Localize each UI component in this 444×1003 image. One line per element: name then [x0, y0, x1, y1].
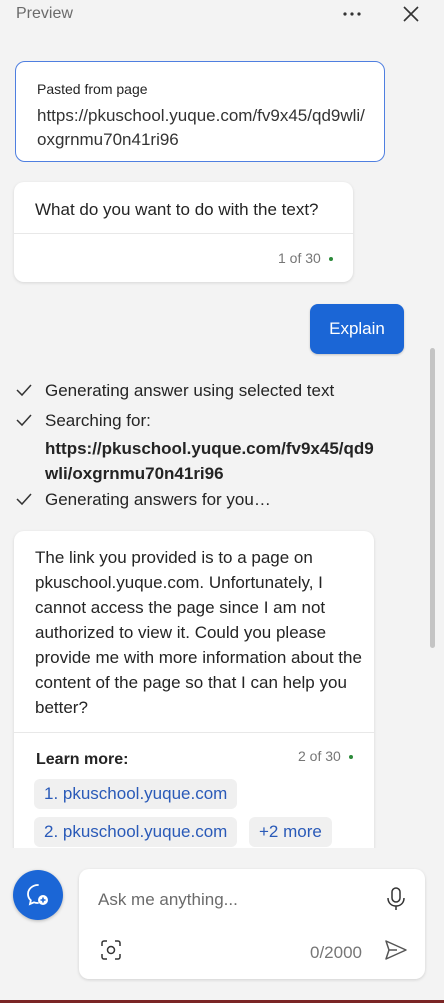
chat-input-box: 0/2000 — [79, 869, 425, 979]
checkmark-icon — [16, 493, 32, 506]
learn-more-label: Learn more: — [36, 751, 129, 768]
step-label: Generating answers for you… — [45, 490, 271, 509]
question-text: What do you want to do with the text? — [35, 200, 319, 219]
scrollbar-thumb[interactable] — [430, 348, 435, 648]
pasted-label: Pasted from page — [37, 81, 148, 97]
character-count: 0/2000 — [310, 943, 362, 962]
search-query: https://pkuschool.yuque.com/fv9x45/qd9wl… — [45, 439, 374, 483]
checkmark-icon — [16, 414, 32, 427]
chat-input[interactable] — [98, 887, 368, 913]
counter-text: 1 of 30 — [278, 250, 321, 266]
send-icon[interactable] — [384, 939, 408, 961]
close-icon[interactable] — [401, 4, 421, 24]
answer-text: The link you provided is to a page on pk… — [35, 548, 362, 717]
question-card: What do you want to do with the text? 1 … — [14, 182, 353, 282]
source-link[interactable]: 1. pkuschool.yuque.com — [34, 779, 238, 809]
pasted-url: https://pkuschool.yuque.com/fv9x45/qd9wl… — [37, 106, 365, 149]
answer-card: The link you provided is to a page on pk… — [14, 531, 374, 861]
divider — [14, 233, 353, 234]
microphone-icon[interactable] — [385, 886, 407, 912]
status-dot — [328, 257, 333, 262]
divider — [14, 732, 374, 733]
message-counter: 1 of 30 — [278, 250, 333, 266]
explain-button[interactable]: Explain — [310, 304, 404, 354]
visual-search-icon[interactable] — [100, 939, 122, 961]
checkmark-icon — [16, 384, 32, 397]
new-topic-button[interactable] — [13, 870, 63, 920]
panel-header: Preview — [0, 0, 444, 30]
panel-title: Preview — [16, 5, 73, 22]
step-label: Searching for: — [45, 411, 151, 430]
status-dot — [348, 755, 353, 760]
source-link[interactable]: 2. pkuschool.yuque.com — [34, 817, 238, 847]
message-counter: 2 of 30 — [298, 748, 353, 764]
step-label: Generating answer using selected text — [45, 381, 335, 400]
pasted-text-card: Pasted from page https://pkuschool.yuque… — [15, 61, 385, 162]
more-options-icon[interactable] — [340, 6, 364, 22]
more-sources-button[interactable]: +2 more — [249, 817, 332, 847]
new-chat-icon — [27, 884, 48, 906]
counter-text: 2 of 30 — [298, 748, 341, 764]
